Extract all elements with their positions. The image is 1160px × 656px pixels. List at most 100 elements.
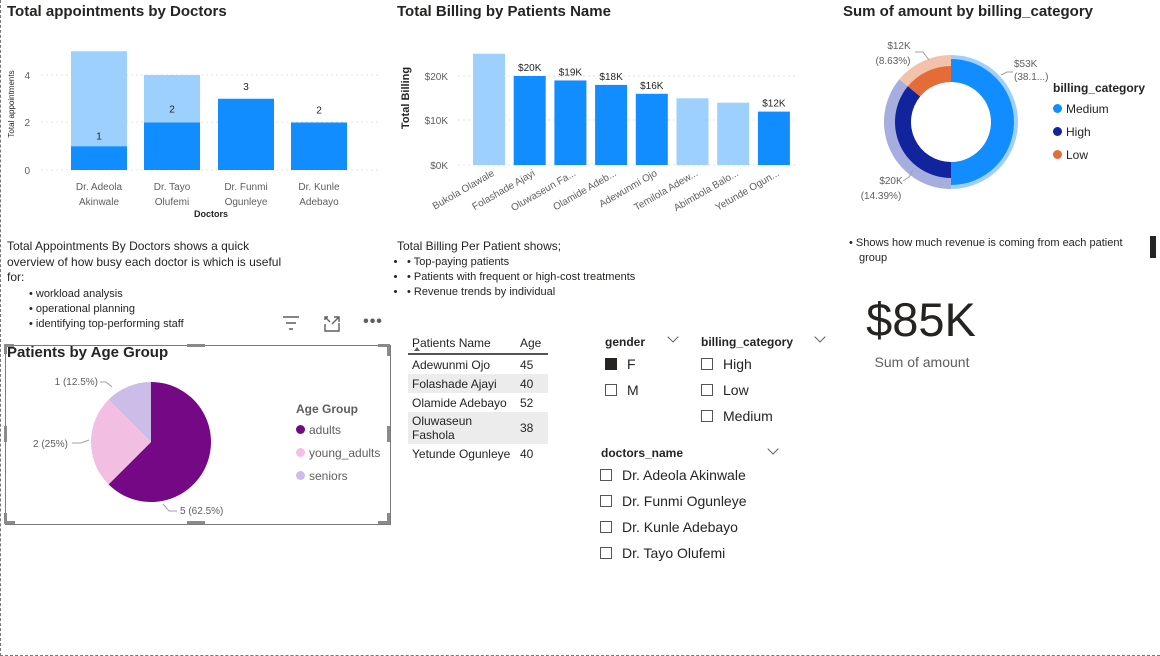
slicer-doctors-name: Dr. Adeola Akinwale Dr. Funmi Ogunleye D… (600, 462, 747, 566)
slicer-option-high[interactable]: High (701, 351, 773, 377)
slicer-option-doctor[interactable]: Dr. Tayo Olufemi (600, 540, 747, 566)
legend-label: Low (1066, 147, 1089, 162)
resize-handle[interactable] (187, 344, 205, 347)
age-legend: Age Group adults young_adults seniors (296, 402, 380, 487)
resize-handle[interactable] (4, 426, 7, 442)
age-title: Patients by Age Group (7, 344, 169, 361)
slicer-option-doctor[interactable]: Dr. Adeola Akinwale (600, 462, 747, 488)
chevron-down-icon[interactable] (814, 331, 826, 343)
checkbox[interactable] (701, 384, 713, 396)
checkbox[interactable] (605, 358, 617, 370)
option-label: Dr. Kunle Adebayo (622, 519, 738, 535)
y-tick: 0 (24, 166, 30, 177)
patients-table: Patients Name Age Adewunmi Ojo 45 Folasha… (408, 333, 548, 463)
bar[interactable] (513, 76, 546, 165)
bar[interactable] (635, 93, 668, 165)
category-donut-chart[interactable]: $12K (8.63%) $53K (38.1...) $20K (14.39%… (841, 30, 1051, 210)
data-label: 3 (243, 82, 249, 93)
focus-mode-icon[interactable] (321, 315, 343, 335)
sort-ascending-icon[interactable] (414, 347, 420, 351)
resize-handle[interactable] (187, 521, 205, 524)
column-header-age[interactable]: Age (516, 333, 548, 355)
bar[interactable] (595, 84, 628, 165)
category-note: • Shows how much revenue is coming from … (849, 236, 1129, 266)
donut-label: (14.39%) (861, 191, 902, 202)
leader-line (72, 439, 90, 444)
filter-icon[interactable] (280, 315, 302, 335)
slicer-option-m[interactable]: M (605, 377, 639, 403)
checkbox[interactable] (600, 495, 612, 507)
legend-title: billing_category (1053, 81, 1146, 95)
bar[interactable] (717, 102, 750, 165)
data-label: $20K (518, 63, 542, 74)
checkbox[interactable] (600, 521, 612, 533)
cell-age: 52 (520, 395, 534, 410)
billing-bars: Bukola Olawale$20KFolashade Ajayi$19KOlu… (431, 53, 790, 214)
checkbox[interactable] (701, 410, 713, 422)
leader-line (100, 381, 113, 388)
legend-item-young-adults[interactable]: young_adults (296, 441, 380, 464)
cell-name: Yetunde Ogunleye (412, 446, 511, 461)
note-text: Shows how much revenue is coming from ea… (855, 237, 1123, 264)
slicer-option-f[interactable]: F (605, 351, 639, 377)
bar[interactable] (473, 53, 505, 165)
table-row[interactable]: Folashade Ajayi 40 (408, 374, 548, 393)
pie-label: 1 (12.5%) (55, 377, 98, 388)
data-label: $18K (599, 72, 623, 83)
slice-medium[interactable] (951, 59, 1014, 185)
chevron-down-icon[interactable] (667, 331, 679, 343)
legend-label: adults (309, 422, 342, 437)
slicer-option-low[interactable]: Low (701, 377, 773, 403)
checkbox[interactable] (600, 469, 612, 481)
checkbox[interactable] (605, 384, 617, 396)
table-row[interactable]: Olamide Adebayo 52 (408, 393, 548, 412)
legend-item-seniors[interactable]: seniors (296, 464, 380, 487)
legend-dot (296, 471, 305, 480)
resize-handle[interactable] (4, 521, 15, 524)
bar-highlight[interactable] (144, 122, 200, 171)
slicer-option-doctor[interactable]: Dr. Kunle Adebayo (600, 514, 747, 540)
resize-handle[interactable] (378, 521, 390, 524)
resize-handle[interactable] (387, 344, 390, 356)
checkbox[interactable] (701, 358, 713, 370)
appointments-chart[interactable]: 4 2 0 Total appointments 1 2 3 2 Dr. Adeola… (1, 22, 386, 222)
bar[interactable] (757, 111, 790, 165)
legend-dot (296, 448, 305, 457)
checkbox[interactable] (600, 547, 612, 559)
resize-handle[interactable] (387, 426, 390, 442)
slicer-billing-category: High Low Medium (701, 351, 773, 429)
more-options-icon[interactable]: ••• (362, 313, 384, 333)
slicer-billing-title: billing_category (701, 335, 794, 349)
slicer-option-medium[interactable]: Medium (701, 403, 773, 429)
patients-table-visual: Patients Name Age Adewunmi Ojo 45 Folasha… (408, 333, 548, 463)
x-tick: Adebayo (299, 197, 339, 208)
y-tick: $10K (425, 116, 449, 127)
donut-label: $12K (887, 41, 911, 52)
legend-item-low[interactable]: Low (1053, 143, 1145, 166)
bar[interactable] (676, 98, 709, 165)
cell-name: Olamide Adebayo (412, 395, 507, 410)
slicer-option-doctor[interactable]: Dr. Funmi Ogunleye (600, 488, 747, 514)
column-header-name[interactable]: Patients Name (408, 333, 516, 355)
legend-item-medium[interactable]: Medium (1053, 97, 1145, 120)
table-row[interactable]: Oluwaseun Fashola 38 (408, 412, 548, 444)
note-item: • Shows how much revenue is coming from … (849, 237, 1123, 264)
table-row[interactable]: Yetunde Ogunleye 40 (408, 444, 548, 463)
data-label: $19K (559, 67, 583, 78)
age-pie-chart[interactable]: 1 (12.5%) 2 (25%) 5 (62.5%) (11, 368, 251, 518)
leader-line (915, 51, 930, 61)
bar-highlight[interactable] (71, 146, 127, 170)
legend-item-adults[interactable]: adults (296, 418, 380, 441)
table-row[interactable]: Adewunmi Ojo 45 (408, 354, 548, 374)
bar-highlight[interactable] (291, 122, 347, 171)
x-tick: Dr. Adeola (76, 182, 123, 193)
billing-chart[interactable]: $20K $10K $0K Total Billing Bukola Olawa… (393, 22, 803, 228)
legend-label: Medium (1066, 101, 1109, 116)
donut-label: (38.1...) (1014, 72, 1048, 83)
chevron-down-icon[interactable] (767, 443, 779, 455)
bar-highlight[interactable] (218, 98, 274, 170)
scrollbar-thumb[interactable] (1150, 236, 1156, 258)
bar[interactable] (554, 80, 587, 165)
cell-name: Oluwaseun Fashola (408, 412, 516, 444)
legend-item-high[interactable]: High (1053, 120, 1145, 143)
